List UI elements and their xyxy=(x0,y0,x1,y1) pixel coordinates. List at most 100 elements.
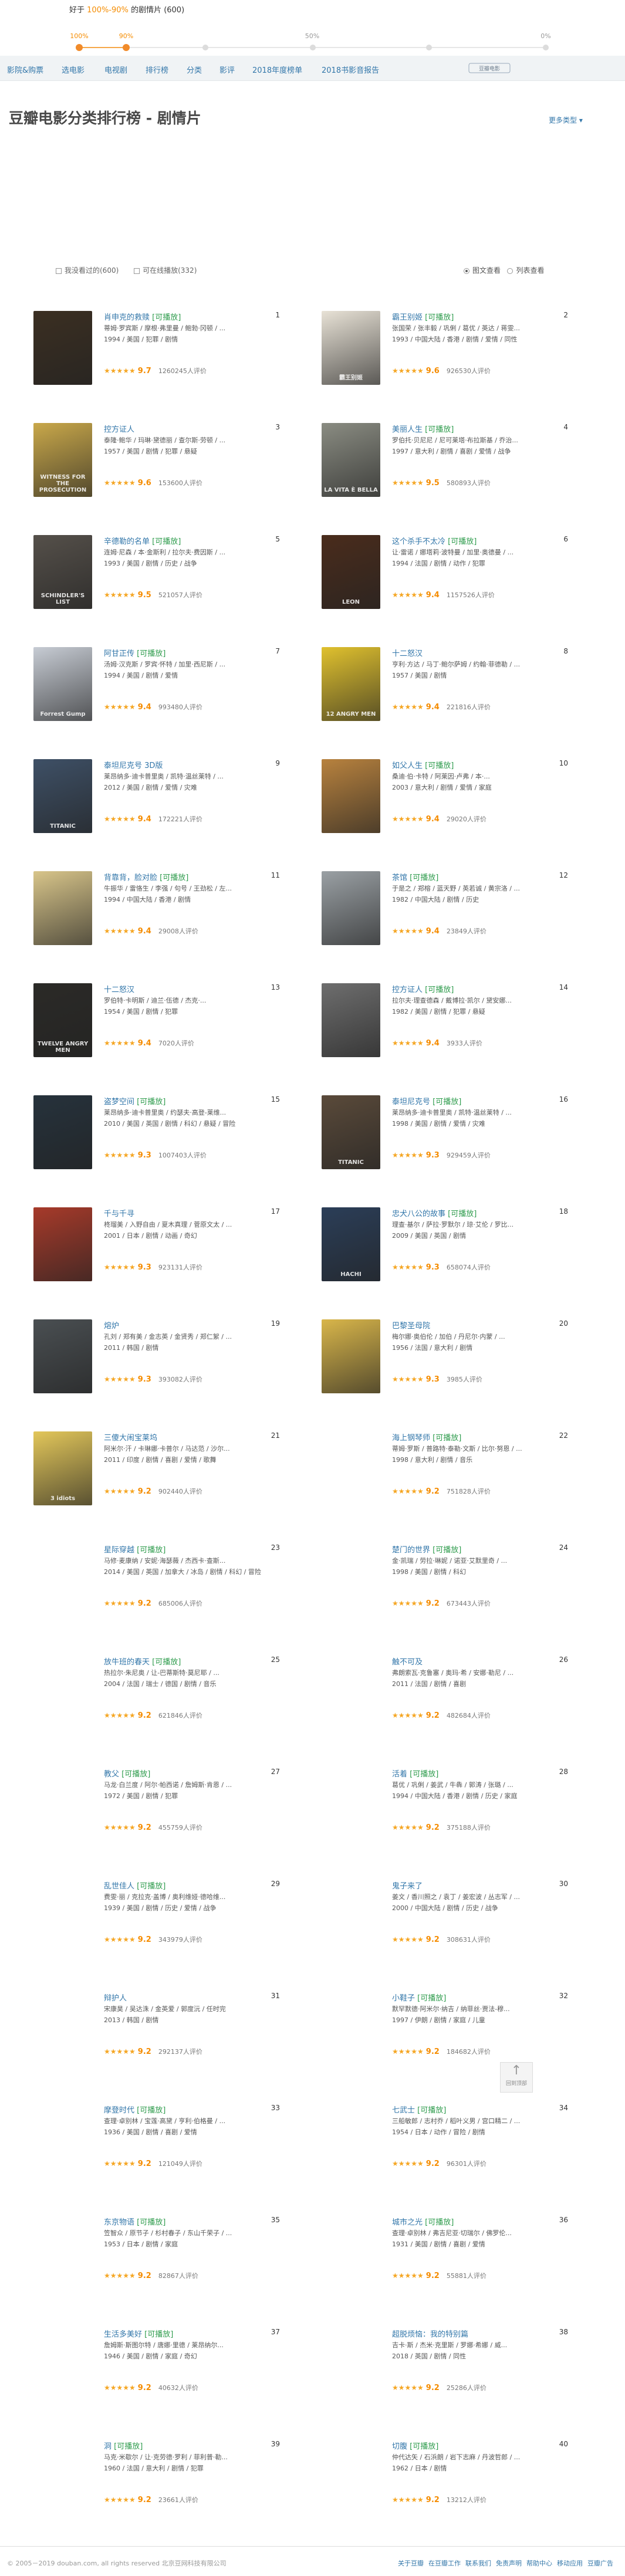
movie-title-link[interactable]: 巴黎圣母院 xyxy=(392,1322,430,1331)
movie-poster[interactable] xyxy=(322,871,380,945)
movie-item[interactable]: 控方证人 [可播放] 14 拉尔夫·理查德森 / 戴博拉·凯尔 / 黛安娜... 19… xyxy=(322,983,568,1071)
movie-item[interactable]: HACHI 忠犬八公的故事 [可播放] 18 理查·基尔 / 萨拉·罗默尔 / 琼·艾… xyxy=(322,1207,568,1295)
movie-item[interactable]: 超脱烦恼：我的特别篇 38 吉卡·斯 / 杰米·克里斯 / 罗娜·希娜 / 威...… xyxy=(322,2328,568,2416)
movie-item[interactable]: 星际穿越 [可播放] 23 马修·麦康纳 / 安妮·海瑟薇 / 杰西卡·查斯... 2… xyxy=(33,1543,280,1631)
movie-poster[interactable] xyxy=(33,311,92,385)
movie-item[interactable]: 海上钢琴师 [可播放] 22 蒂姆·罗斯 / 普路特·泰勒·文斯 / 比尔·努恩 /… xyxy=(322,1431,568,1519)
movie-item[interactable]: 茶馆 [可播放] 12 于是之 / 郑榕 / 蓝天野 / 英若诚 / 黄宗洛 / .… xyxy=(322,871,568,959)
movie-title-link[interactable]: 鬼子来了 xyxy=(392,1882,423,1891)
movie-title-link[interactable]: 放牛班的春天 xyxy=(104,1658,150,1667)
movie-title-link[interactable]: 肖申克的救赎 xyxy=(104,313,150,322)
movie-item[interactable]: 辩护人 31 宋康昊 / 吴达洙 / 金英爱 / 郭度沅 / 任时完 2013 / 韩… xyxy=(33,1992,280,2080)
movie-title-link[interactable]: 活着 xyxy=(392,1770,407,1779)
movie-title-link[interactable]: 茶馆 xyxy=(392,874,407,882)
movie-item[interactable]: 东京物语 [可播放] 35 笠智众 / 原节子 / 杉村春子 / 东山千荣子 / .… xyxy=(33,2216,280,2304)
movie-title-link[interactable]: 这个杀手不太冷 xyxy=(392,537,445,546)
movie-title-link[interactable]: 盗梦空间 xyxy=(104,1098,134,1106)
movie-poster[interactable]: TITANIC xyxy=(322,1095,380,1169)
movie-item[interactable]: 如父人生 [可播放] 10 桑迪·伯·卡特 / 阿莱因·卢弗 / 本·... 2003… xyxy=(322,759,568,847)
movie-title-link[interactable]: 泰坦尼克号 3D版 xyxy=(104,761,163,770)
movie-item[interactable]: 鬼子来了 30 姜文 / 香川照之 / 袁丁 / 姜宏波 / 丛志军 / ... 20… xyxy=(322,1880,568,1968)
nav-item-cinema[interactable]: 影院&购票 xyxy=(7,64,43,75)
movie-item[interactable]: 乱世佳人 [可播放] 29 费雯·丽 / 克拉克·盖博 / 奥利维娅·德哈维... 1… xyxy=(33,1880,280,1968)
checkbox-icon[interactable] xyxy=(56,268,62,274)
movie-item[interactable]: 肖申克的救赎 [可播放] 1 蒂姆·罗宾斯 / 摩根·弗里曼 / 鲍勃·冈顿 / .… xyxy=(33,311,280,399)
footer-link[interactable]: 联系我们 xyxy=(465,2560,491,2567)
movie-poster[interactable]: 霸王别姬 xyxy=(322,311,380,385)
movie-poster[interactable] xyxy=(322,983,380,1057)
movie-poster[interactable]: TITANIC xyxy=(33,759,92,833)
movie-poster[interactable]: Forrest Gump xyxy=(33,647,92,721)
footer-link[interactable]: 帮助中心 xyxy=(526,2560,552,2567)
movie-item[interactable]: TITANIC 泰坦尼克号 [可播放] 16 莱昂纳多·迪卡普里奥 / 凯特·温丝莱特… xyxy=(322,1095,568,1183)
nav-item-annual-report[interactable]: 2018书影音报告 xyxy=(322,64,379,75)
movie-title-link[interactable]: 十二怒汉 xyxy=(104,986,134,994)
movie-item[interactable]: 洞 [可播放] 39 马克·米歇尔 / 让·克劳德·罗利 / 菲利普·勒... 196… xyxy=(33,2440,280,2528)
movie-item[interactable]: 七武士 [可播放] 34 三船敏郎 / 志村乔 / 稻叶义男 / 宫口精二 / ..… xyxy=(322,2104,568,2192)
movie-item[interactable]: 切腹 [可播放] 40 仲代达矢 / 石浜朗 / 岩下志麻 / 丹波哲郎 / ...… xyxy=(322,2440,568,2528)
movie-item[interactable]: 生活多美好 [可播放] 37 詹姆斯·斯图尔特 / 唐娜·里德 / 莱昂纳尔... 1… xyxy=(33,2328,280,2416)
movie-title-link[interactable]: 阿甘正传 xyxy=(104,649,134,658)
movie-item[interactable]: WITNESS FOR THE PROSECUTION 控方证人 3 泰隆·鲍华 / … xyxy=(33,423,280,511)
movie-poster[interactable]: LEON xyxy=(322,535,380,609)
movie-title-link[interactable]: 熔炉 xyxy=(104,1322,119,1331)
movie-title-link[interactable]: 控方证人 xyxy=(392,986,423,994)
movie-title-link[interactable]: 生活多美好 xyxy=(104,2330,142,2339)
filter-playable[interactable]: 可在线播放(332) xyxy=(134,266,197,275)
movie-item[interactable]: 城市之光 [可播放] 36 查理·卓别林 / 弗吉尼亚·切瑞尔 / 佛罗伦... 19… xyxy=(322,2216,568,2304)
movie-poster[interactable] xyxy=(322,759,380,833)
checkbox-icon[interactable] xyxy=(134,268,140,274)
movie-poster[interactable] xyxy=(33,1319,92,1393)
movie-item[interactable]: TWELVE ANGRY MEN 十二怒汉 13 罗伯特·卡明斯 / 迪兰·伍德 / … xyxy=(33,983,280,1071)
movie-poster[interactable]: TWELVE ANGRY MEN xyxy=(33,983,92,1057)
movie-item[interactable]: 楚门的世界 [可播放] 24 金·凯瑞 / 劳拉·琳妮 / 诺亚·艾默里奇 / ..… xyxy=(322,1543,568,1631)
movie-item[interactable]: 活着 [可播放] 28 葛优 / 巩俐 / 姜武 / 牛犇 / 郭涛 / 张璐 / … xyxy=(322,1768,568,1856)
movie-title-link[interactable]: 背靠背，脸对脸 xyxy=(104,874,157,882)
movie-title-link[interactable]: 触不可及 xyxy=(392,1658,423,1667)
movie-item[interactable]: Forrest Gump 阿甘正传 [可播放] 7 汤姆·汉克斯 / 罗宾·怀特 / … xyxy=(33,647,280,735)
movie-title-link[interactable]: 星际穿越 xyxy=(104,1546,134,1555)
movie-title-link[interactable]: 摩登时代 xyxy=(104,2106,134,2115)
filter-unseen[interactable]: 我没看过的(600) xyxy=(56,266,119,275)
movie-item[interactable]: LEON 这个杀手不太冷 [可播放] 6 让·雷诺 / 娜塔莉·波特曼 / 加里·奥德… xyxy=(322,535,568,623)
movie-item[interactable]: 12 ANGRY MEN 十二怒汉 8 亨利·方达 / 马丁·鲍尔萨姆 / 约翰·菲德… xyxy=(322,647,568,735)
movie-title-link[interactable]: 如父人生 xyxy=(392,761,423,770)
movie-poster[interactable]: 3 idiots xyxy=(33,1431,92,1505)
movie-item[interactable]: 巴黎圣母院 20 梅尔娜·奥伯伦 / 加伯 / 丹尼尔·内蒙 / ... 1956 /… xyxy=(322,1319,568,1407)
movie-title-link[interactable]: 切腹 xyxy=(392,2442,407,2451)
more-types-link[interactable]: 更多类型 ▾ xyxy=(549,115,583,125)
movie-poster[interactable] xyxy=(322,1319,380,1393)
movie-item[interactable]: SCHINDLER'S LIST 辛德勒的名单 [可播放] 5 连姆·尼森 / 本·金… xyxy=(33,535,280,623)
movie-item[interactable]: 盗梦空间 [可播放] 15 莱昂纳多·迪卡普里奥 / 约瑟夫·高登-莱维... 201… xyxy=(33,1095,280,1183)
slider-track[interactable] xyxy=(76,44,549,51)
movie-title-link[interactable]: 三傻大闹宝莱坞 xyxy=(104,1434,157,1443)
footer-link[interactable]: 在豆瓣工作 xyxy=(428,2560,461,2567)
movie-title-link[interactable]: 辛德勒的名单 xyxy=(104,537,150,546)
movie-poster[interactable] xyxy=(33,1095,92,1169)
movie-title-link[interactable]: 霸王别姬 xyxy=(392,313,423,322)
movie-title-link[interactable]: 楚门的世界 xyxy=(392,1546,430,1555)
nav-item-review[interactable]: 影评 xyxy=(219,64,235,75)
footer-link[interactable]: 免责声明 xyxy=(496,2560,522,2567)
view-list-option[interactable]: 列表查看 xyxy=(507,266,544,275)
movie-title-link[interactable]: 海上钢琴师 xyxy=(392,1434,430,1443)
movie-title-link[interactable]: 乱世佳人 xyxy=(104,1882,134,1891)
movie-title-link[interactable]: 七武士 xyxy=(392,2106,415,2115)
movie-poster[interactable]: HACHI xyxy=(322,1207,380,1281)
nav-item-tv[interactable]: 电视剧 xyxy=(104,64,127,75)
nav-item-chart[interactable]: 排行榜 xyxy=(146,64,168,75)
view-image-option[interactable]: 图文查看 xyxy=(464,266,501,275)
slider-handle-min[interactable] xyxy=(122,44,130,51)
movie-title-link[interactable]: 千与千寻 xyxy=(104,1210,134,1218)
movie-item[interactable]: 3 idiots 三傻大闹宝莱坞 21 阿米尔·汗 / 卡琳娜·卡普尔 / 马达范 /… xyxy=(33,1431,280,1519)
movie-title-link[interactable]: 十二怒汉 xyxy=(392,649,423,658)
movie-title-link[interactable]: 超脱烦恼：我的特别篇 xyxy=(392,2330,468,2339)
movie-item[interactable]: TITANIC 泰坦尼克号 3D版 9 莱昂纳多·迪卡普里奥 / 凯特·温丝莱特 / … xyxy=(33,759,280,847)
movie-title-link[interactable]: 洞 xyxy=(104,2442,112,2451)
nav-item-explore[interactable]: 选电影 xyxy=(62,64,85,75)
movie-title-link[interactable]: 城市之光 xyxy=(392,2218,423,2227)
nav-item-annual-list[interactable]: 2018年度榜单 xyxy=(252,64,302,75)
movie-poster[interactable] xyxy=(33,1207,92,1281)
movie-item[interactable]: 触不可及 26 弗朗索瓦·克鲁塞 / 奥玛·希 / 安娜·勒尼 / ... 2011 … xyxy=(322,1656,568,1744)
movie-poster[interactable]: WITNESS FOR THE PROSECUTION xyxy=(33,423,92,497)
